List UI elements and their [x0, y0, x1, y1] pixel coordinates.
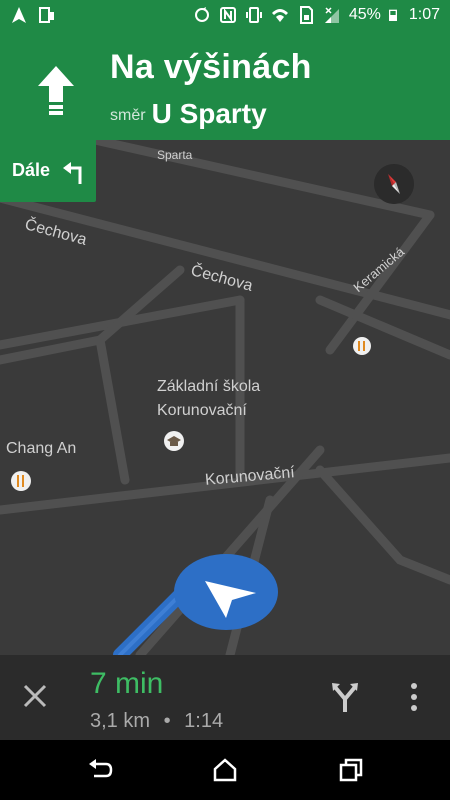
navigation-icon	[12, 7, 26, 23]
home-icon[interactable]	[212, 758, 238, 782]
direction-prefix: směr	[110, 107, 146, 124]
more-options-icon[interactable]	[408, 681, 420, 713]
restaurant-icon[interactable]	[10, 470, 32, 492]
sim-icon	[299, 6, 313, 24]
trip-panel: 7 min 3,1 km • 1:14	[0, 655, 450, 740]
school-icon[interactable]	[163, 430, 185, 452]
eta-time: 7 min	[90, 667, 164, 700]
restaurant-icon[interactable]	[352, 336, 372, 356]
trip-meta: 3,1 km • 1:14	[90, 710, 223, 733]
trip-separator: •	[163, 710, 171, 732]
map-label-sparta: Sparta	[157, 148, 193, 162]
then-turn-chip[interactable]: Dále	[0, 140, 96, 202]
then-label: Dále	[12, 160, 51, 180]
system-nav-bar	[0, 740, 450, 800]
status-bar: 45% 1:07	[0, 0, 450, 32]
map-roads	[0, 140, 450, 655]
nfc-icon	[219, 7, 236, 23]
signal-icon	[324, 7, 339, 23]
close-icon[interactable]	[20, 681, 50, 711]
map-view[interactable]: Sparta Čechova Čechova Keramická Základn…	[0, 140, 450, 655]
direction-line: směr U Sparty	[110, 98, 267, 130]
back-icon[interactable]	[88, 758, 114, 782]
turn-left-icon	[63, 162, 82, 184]
map-label-chang-an: Chang An	[6, 440, 77, 457]
alternate-routes-icon[interactable]	[330, 681, 360, 713]
screen-mirror-icon	[39, 7, 54, 23]
wifi-icon	[271, 9, 288, 22]
clock: 1:07	[408, 6, 440, 23]
trip-distance: 3,1 km	[90, 710, 151, 732]
direction-banner[interactable]: Na výšinách směr U Sparty	[0, 32, 450, 140]
direction-target: U Sparty	[151, 98, 267, 129]
straight-arrow-icon	[38, 66, 74, 115]
battery-percent: 45%	[348, 6, 381, 23]
map-label-school-line1: Základní škola	[157, 378, 261, 395]
recents-icon[interactable]	[338, 758, 364, 782]
compass-icon[interactable]	[374, 164, 414, 204]
map-label-school-line2: Korunovační	[157, 402, 247, 419]
street-name: Na výšinách	[110, 48, 312, 86]
sync-icon	[194, 7, 209, 22]
battery-icon	[388, 9, 397, 21]
arrival-time: 1:14	[184, 710, 224, 732]
vibrate-icon	[245, 7, 262, 23]
